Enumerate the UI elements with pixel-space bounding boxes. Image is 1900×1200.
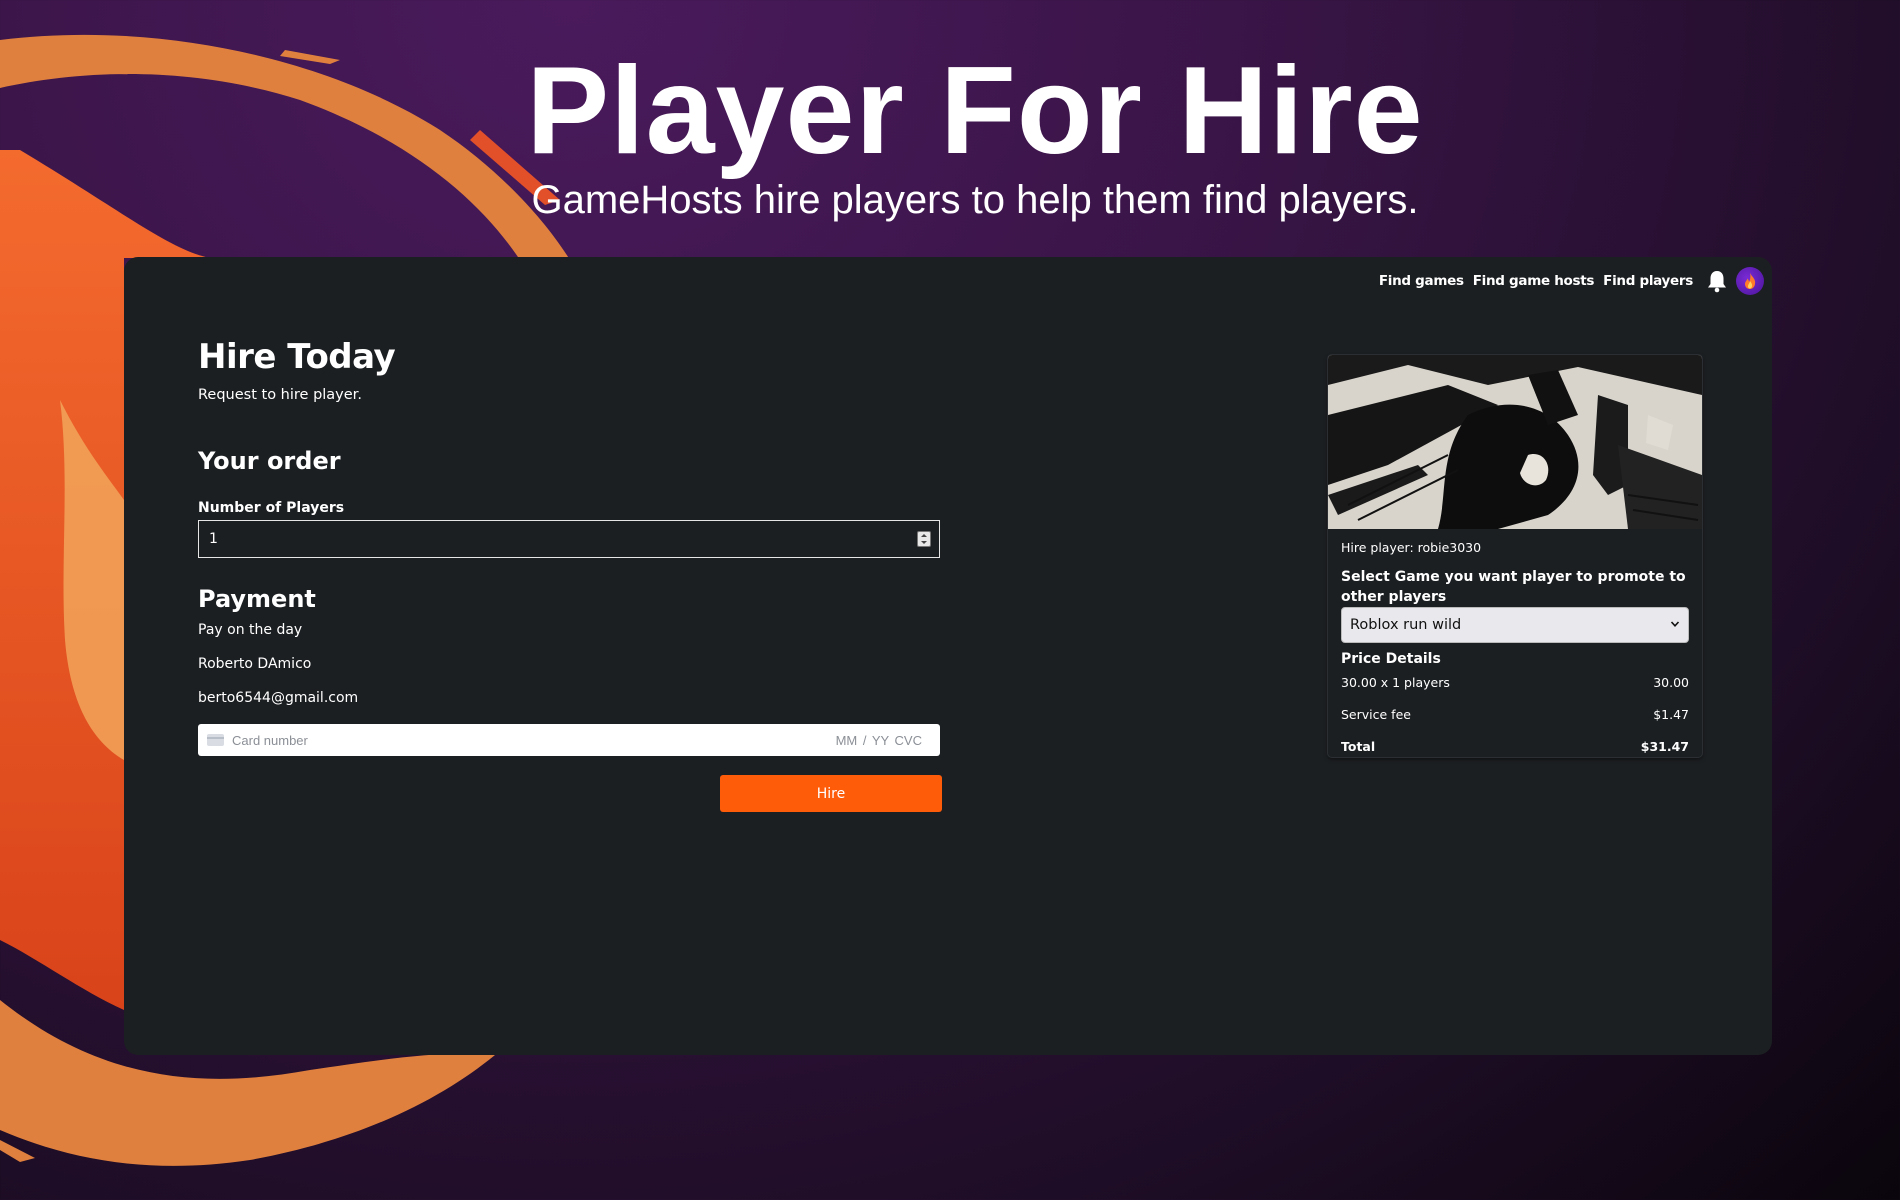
price-row-fee: Service fee $1.47 [1341, 707, 1689, 722]
nav-find-games[interactable]: Find games [1379, 273, 1464, 289]
hero-subtitle: GameHosts hire players to help them find… [531, 178, 1419, 222]
game-select[interactable]: Roblox run wild [1341, 607, 1689, 643]
nav-find-players[interactable]: Find players [1603, 273, 1693, 289]
hire-player-label: Hire player: robie3030 [1341, 540, 1482, 555]
order-heading: Your order [198, 447, 341, 475]
avatar[interactable] [1736, 267, 1764, 295]
nav-find-game-hosts[interactable]: Find game hosts [1473, 273, 1595, 289]
payment-heading: Payment [198, 585, 316, 613]
card-expiry-cvc: MM / YY CVC [835, 732, 922, 748]
page-subtitle: Request to hire player. [198, 387, 362, 403]
price-row-value: $1.47 [1653, 707, 1689, 722]
top-nav: Find games Find game hosts Find players [1379, 267, 1764, 295]
selected-game: Roblox run wild [1350, 617, 1462, 633]
payer-name: Roberto DAmico [198, 656, 312, 672]
player-image [1328, 355, 1702, 529]
price-row-value: $31.47 [1640, 739, 1689, 754]
main-panel: Find games Find game hosts Find players … [124, 257, 1772, 1055]
price-row-base: 30.00 x 1 players 30.00 [1341, 675, 1689, 690]
players-value: 1 [209, 531, 218, 547]
order-summary-card: Hire player: robie3030 Select Game you w… [1328, 355, 1702, 757]
flame-icon [1745, 273, 1756, 289]
payment-note: Pay on the day [198, 622, 303, 638]
hire-button[interactable]: Hire [720, 775, 942, 812]
price-row-total: Total $31.47 [1341, 739, 1689, 754]
card-input[interactable]: Card number MM / YY CVC [198, 724, 940, 756]
price-details-title: Price Details [1341, 651, 1441, 667]
payer-email: berto6544@gmail.com [198, 690, 359, 706]
players-stepper[interactable] [917, 531, 931, 547]
price-row-value: 30.00 [1653, 675, 1689, 690]
card-placeholder: Card number [232, 732, 308, 748]
price-row-label: 30.00 x 1 players [1341, 675, 1450, 690]
price-row-label: Total [1341, 739, 1376, 754]
price-row-label: Service fee [1341, 707, 1411, 722]
players-input[interactable]: 1 [198, 520, 940, 558]
hero-title: Player For Hire [526, 42, 1424, 180]
credit-card-icon [207, 734, 224, 746]
chevron-down-icon [1670, 621, 1680, 627]
page-title: Hire Today [198, 337, 396, 377]
bell-icon[interactable] [1706, 269, 1728, 293]
players-label: Number of Players [198, 500, 345, 516]
select-game-title: Select Game you want player to promote t… [1341, 569, 1686, 605]
